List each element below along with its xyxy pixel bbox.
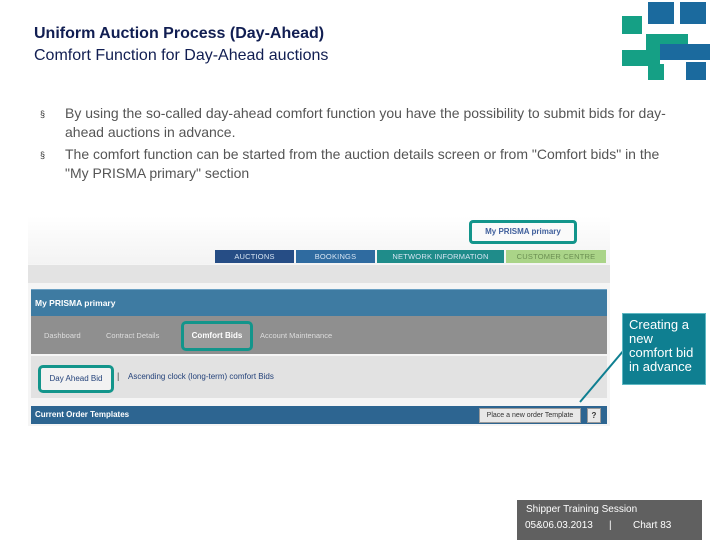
callout-text: Creating a new comfort bid in advance xyxy=(629,317,694,374)
callout-box: Creating a new comfort bid in advance xyxy=(622,313,706,385)
callout-pointer xyxy=(579,349,625,403)
footer-date: 05&06.03.2013 xyxy=(525,520,593,531)
footer-session: Shipper Training Session xyxy=(526,504,638,515)
footer-box: Shipper Training Session 05&06.03.2013 |… xyxy=(517,500,702,540)
footer-chart-number: Chart 83 xyxy=(633,520,672,531)
footer-separator: | xyxy=(609,520,612,531)
